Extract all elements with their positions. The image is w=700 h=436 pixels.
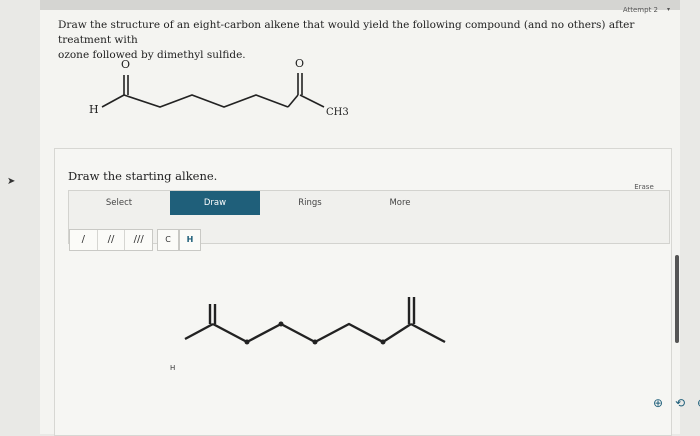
atom-dot	[244, 339, 250, 345]
cursor-arrow-icon: ➤	[7, 176, 16, 187]
c-to-carbonyl-bond	[287, 94, 299, 108]
atom-dot	[278, 321, 284, 327]
carbon-chain	[123, 94, 289, 108]
question-line-1: Draw the structure of an eight-carbon al…	[58, 19, 635, 46]
product-h-label: H	[89, 103, 99, 116]
attempt-label[interactable]: Attempt 2	[623, 6, 658, 14]
h-to-c1-bond	[101, 94, 125, 108]
drawing-editor: Draw the starting alkene. Select Draw Ri…	[54, 148, 700, 436]
product-methyl-label: CH3	[326, 107, 349, 118]
canvas-h-label: H	[170, 364, 175, 372]
carbonyl-to-methyl-bond	[299, 94, 325, 108]
zoom-controls: ⊕ ⟲ ⊖	[647, 393, 700, 413]
zoom-out-icon[interactable]: ⊖	[691, 393, 700, 413]
product-o-right-label: O	[295, 57, 304, 70]
top-bar	[40, 0, 680, 10]
drawn-chain	[212, 322, 412, 344]
drawn-structure	[184, 297, 446, 344]
scrollbar-thumb[interactable]	[675, 255, 679, 343]
product-molecule: H O O CH3	[89, 57, 349, 118]
reset-icon[interactable]: ⟲	[669, 393, 691, 413]
atom-dot	[312, 339, 318, 345]
attempt-caret-icon[interactable]: ▾	[667, 6, 670, 13]
zoom-in-icon[interactable]: ⊕	[647, 393, 669, 413]
atom-dot	[380, 339, 386, 345]
product-o-left-label: O	[121, 58, 130, 71]
drawing-canvas[interactable]: H	[55, 149, 671, 435]
drawn-bond-1	[184, 322, 214, 341]
drawn-bond-end	[410, 322, 446, 344]
product-bonds	[101, 73, 325, 108]
